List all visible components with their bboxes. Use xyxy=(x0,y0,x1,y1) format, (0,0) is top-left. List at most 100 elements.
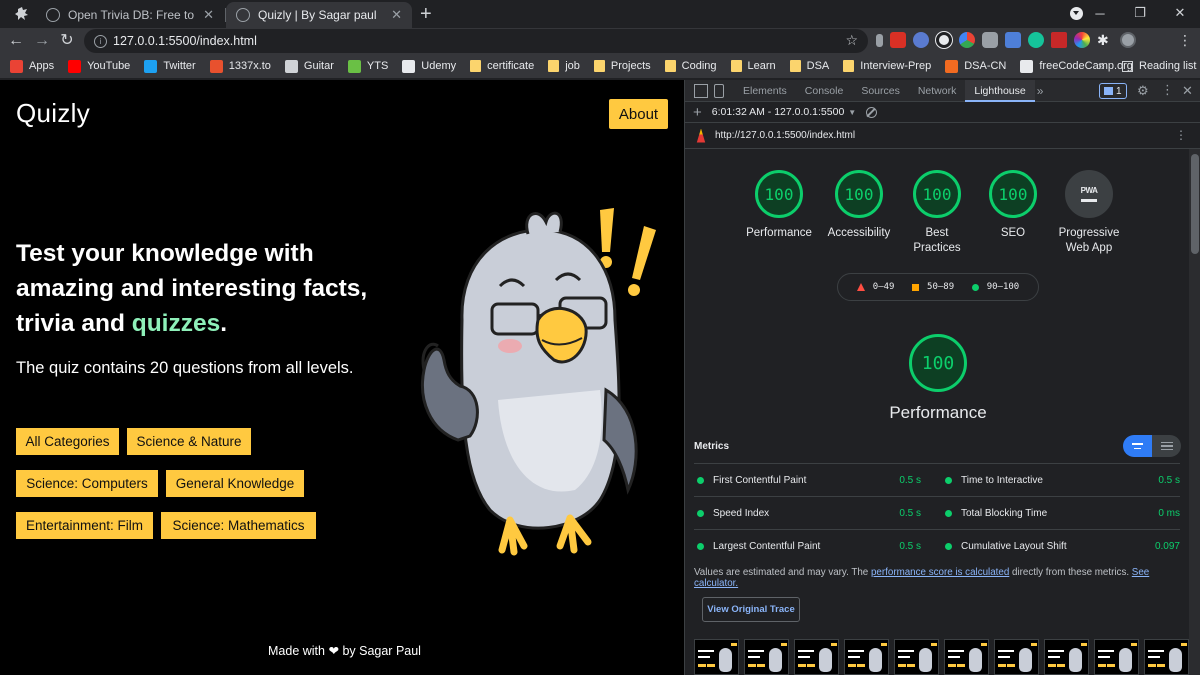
extension-icon[interactable] xyxy=(890,32,906,48)
gauge-label: SEO xyxy=(1000,227,1026,239)
grammarly-icon[interactable] xyxy=(1028,32,1044,48)
tab-lighthouse[interactable]: Lighthouse xyxy=(965,80,1035,102)
issues-badge[interactable]: 1 xyxy=(1099,83,1127,99)
filmstrip-frame xyxy=(1144,639,1189,675)
bookmarks-bar: Apps YouTube Twitter 1337x.to Guitar YTS Udemy… xyxy=(0,54,1200,78)
circle-icon xyxy=(971,283,979,291)
clear-reports-icon[interactable] xyxy=(866,106,878,118)
about-button[interactable]: About xyxy=(609,99,668,129)
back-icon[interactable]: ← xyxy=(6,31,26,51)
metric-value: 0.5 s xyxy=(899,540,921,552)
bookmark-item[interactable]: Learn xyxy=(730,60,776,72)
category-button-science-nature[interactable]: Science & Nature xyxy=(127,428,251,455)
bookmark-item[interactable]: freeCodeCamp.org xyxy=(1020,59,1133,73)
bookmark-item[interactable]: DSA-CN xyxy=(945,59,1007,73)
close-icon[interactable]: ✕ xyxy=(203,7,214,23)
extension-icon[interactable] xyxy=(1074,32,1090,48)
category-button-film[interactable]: Entertainment: Film xyxy=(16,512,153,539)
tab-sources[interactable]: Sources xyxy=(852,80,909,102)
bookmark-item[interactable]: Guitar xyxy=(284,59,334,73)
metric-value: 0.097 xyxy=(1154,540,1180,552)
more-tabs-icon[interactable]: » xyxy=(1037,84,1044,98)
tab-quizly[interactable]: Quizly | By Sagar paul ✕ xyxy=(226,2,412,28)
compact-view-icon[interactable] xyxy=(1123,435,1152,457)
bookmark-item[interactable]: DSA xyxy=(789,60,829,72)
avatar[interactable] xyxy=(1120,32,1136,48)
metric-value: 0.5 s xyxy=(899,507,921,519)
address-bar[interactable]: i 127.0.0.1:5500/index.html ☆ xyxy=(84,29,868,53)
score-calculated-link[interactable]: performance score is calculated xyxy=(871,567,1009,578)
bookmark-item[interactable]: YouTube xyxy=(68,59,130,73)
extension-icon[interactable] xyxy=(876,33,883,47)
category-button-all[interactable]: All Categories xyxy=(16,428,119,455)
close-icon[interactable]: ✕ xyxy=(391,7,402,23)
lighthouse-toolbar: + 6:01:32 AM - 127.0.0.1:5500 ▼ xyxy=(685,102,1200,123)
expanded-view-icon[interactable] xyxy=(1152,435,1181,457)
devtools-close-icon[interactable]: ✕ xyxy=(1182,83,1193,99)
devtools-panel: Elements Console Sources Network Lightho… xyxy=(684,80,1200,675)
gauge-performance[interactable]: 100 Performance xyxy=(743,170,815,241)
report-menu-icon[interactable]: ⋮ xyxy=(1175,128,1187,142)
tab-network[interactable]: Network xyxy=(909,80,966,102)
gauge-best-practices[interactable]: 100 Best Practices xyxy=(907,170,967,256)
settings-gear-icon[interactable]: ⚙ xyxy=(1137,83,1149,99)
report-select[interactable]: 6:01:32 AM - 127.0.0.1:5500 ▼ xyxy=(712,106,856,118)
bookmark-item[interactable]: Projects xyxy=(593,60,651,72)
minimize-icon[interactable]: ─ xyxy=(1080,6,1120,21)
devtools-menu-icon[interactable]: ⋮ xyxy=(1161,82,1174,98)
score-legend: 0–49 50–89 90–100 xyxy=(837,273,1039,301)
legend-label: 0–49 xyxy=(872,282,895,292)
bookmark-item[interactable]: job xyxy=(548,60,580,72)
quizly-page: Quizly About Test your knowledge with am… xyxy=(0,80,684,675)
bookmark-item[interactable]: Coding xyxy=(664,60,717,72)
bookmark-star-icon[interactable]: ☆ xyxy=(845,32,858,49)
new-report-icon[interactable]: + xyxy=(693,104,702,121)
tab-console[interactable]: Console xyxy=(796,80,853,102)
category-button-mathematics[interactable]: Science: Mathematics xyxy=(161,512,316,539)
window-close-icon[interactable]: ✕ xyxy=(1160,5,1200,21)
gauge-seo[interactable]: 100 SEO xyxy=(983,170,1043,241)
extension-icon[interactable] xyxy=(1051,32,1067,48)
category-button-general-knowledge[interactable]: General Knowledge xyxy=(166,470,304,497)
tab-open-trivia-db[interactable]: Open Trivia DB: Free to use, user-contri… xyxy=(36,2,224,28)
extension-icon[interactable] xyxy=(982,32,998,48)
bookmark-item[interactable]: Interview-Prep xyxy=(843,60,931,72)
bookmark-item[interactable]: Twitter xyxy=(144,59,196,73)
info-icon[interactable]: i xyxy=(94,34,107,48)
extension-icon[interactable] xyxy=(1005,32,1021,48)
gauge-pwa[interactable]: PWA Progressive Web App xyxy=(1053,170,1125,256)
bookmark-label: DSA-CN xyxy=(964,60,1007,72)
legend-average: 50–89 xyxy=(912,282,954,292)
tab-elements[interactable]: Elements xyxy=(734,80,796,102)
site-logo[interactable]: Quizly xyxy=(16,98,90,129)
new-tab-icon[interactable]: + xyxy=(420,3,432,26)
restore-icon[interactable]: ❐ xyxy=(1120,5,1160,21)
metrics-view-toggle[interactable] xyxy=(1123,435,1181,457)
reload-icon[interactable]: ↻ xyxy=(57,31,77,51)
view-original-trace-button[interactable]: View Original Trace xyxy=(702,597,800,622)
pwa-badge-icon: PWA xyxy=(1065,170,1113,218)
pass-circle-icon xyxy=(945,477,952,484)
bookmark-item[interactable]: YTS xyxy=(347,59,388,73)
extension-icon[interactable] xyxy=(959,32,975,48)
chrome-menu-icon[interactable] xyxy=(14,6,30,22)
scrollbar-thumb[interactable] xyxy=(1191,154,1199,254)
device-toolbar-icon[interactable] xyxy=(714,83,724,98)
gauge-accessibility[interactable]: 100 Accessibility xyxy=(826,170,892,241)
bookmark-item[interactable]: 1337x.to xyxy=(209,59,271,73)
extension-icon[interactable] xyxy=(913,32,929,48)
inspect-element-icon[interactable] xyxy=(694,83,708,98)
kebab-menu-icon[interactable]: ⋮ xyxy=(1178,32,1192,49)
reading-list-button[interactable]: Reading list xyxy=(1122,60,1196,72)
category-button-science-computers[interactable]: Science: Computers xyxy=(16,470,158,497)
bookmark-item[interactable]: certificate xyxy=(470,60,534,72)
forward-icon[interactable]: → xyxy=(32,31,52,51)
bookmark-label: Coding xyxy=(681,60,717,72)
bookmarks-more-icon[interactable]: » xyxy=(1098,59,1105,73)
folder-icon xyxy=(664,60,676,72)
puzzle-icon[interactable]: ✱ xyxy=(1097,32,1113,48)
bookmark-item[interactable]: Apps xyxy=(10,59,54,73)
extension-icon[interactable] xyxy=(936,32,952,48)
bookmark-item[interactable]: Udemy xyxy=(402,59,456,73)
url-text[interactable]: 127.0.0.1:5500/index.html xyxy=(113,34,257,48)
